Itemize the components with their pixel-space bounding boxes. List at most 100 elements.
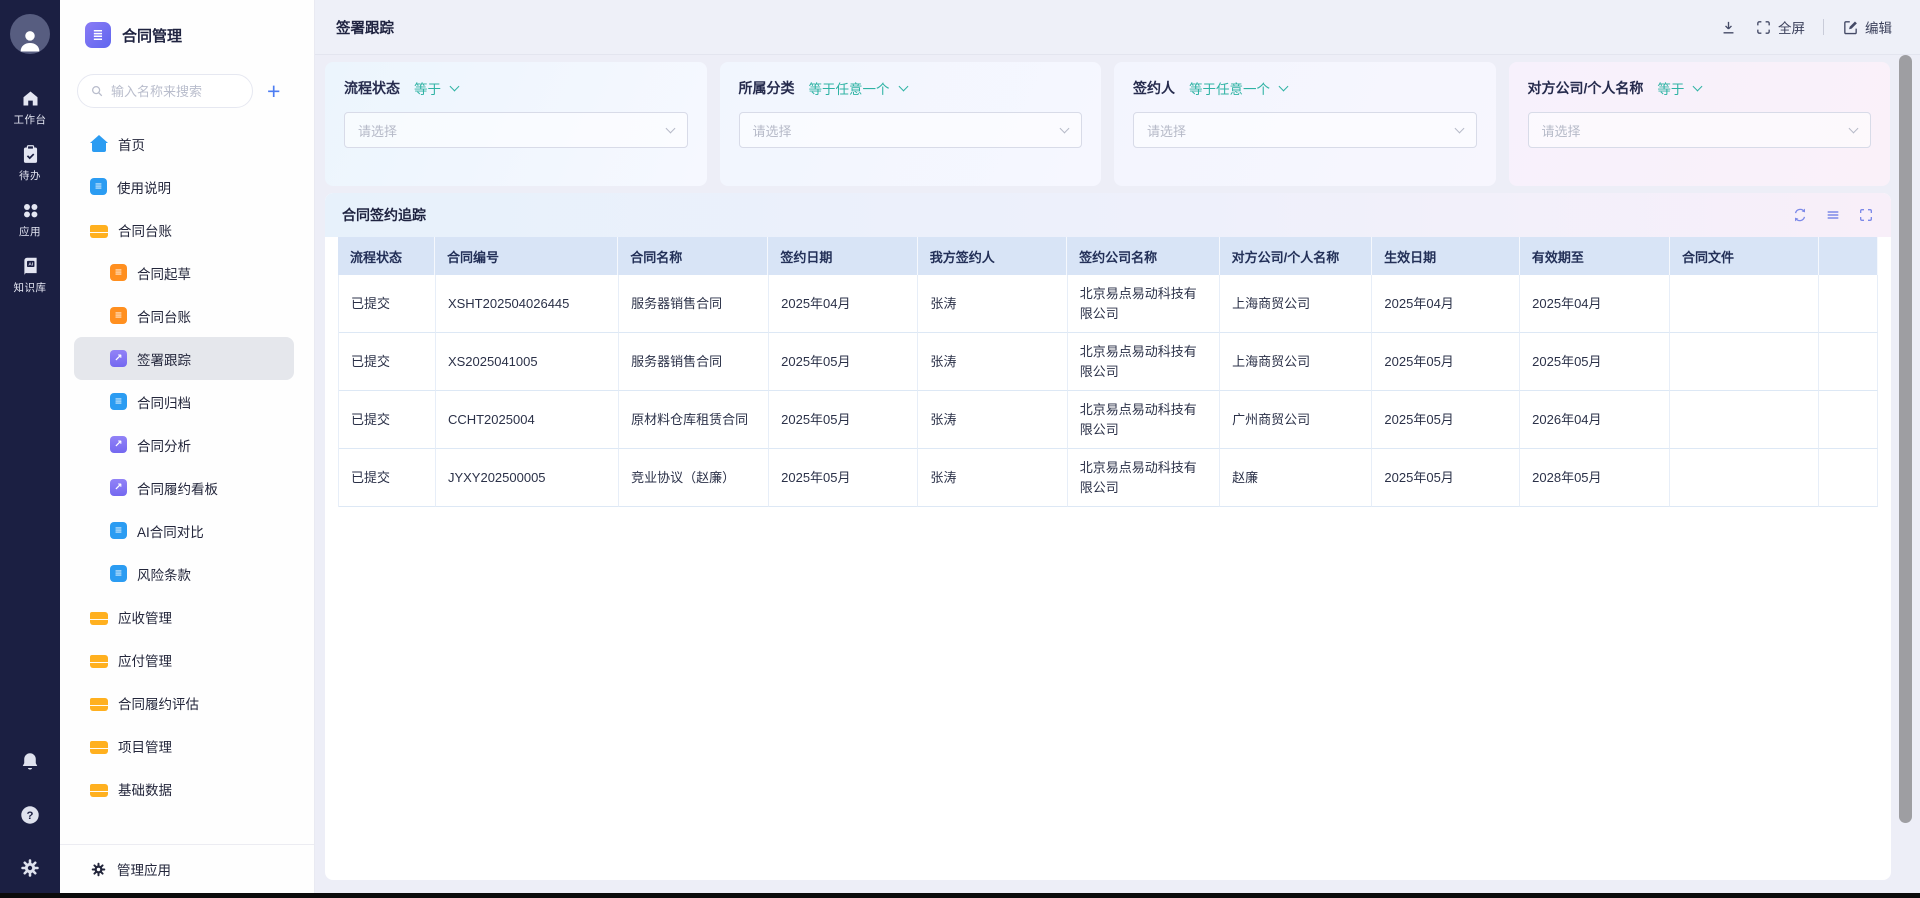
todo-icon bbox=[20, 144, 41, 165]
svg-text:?: ? bbox=[27, 810, 34, 822]
search-input[interactable] bbox=[111, 84, 240, 99]
manage-apps-label: 管理应用 bbox=[117, 859, 171, 879]
sidebar-item-3[interactable]: 合同起草 bbox=[60, 251, 314, 294]
sidebar-item-15[interactable]: 基础数据 bbox=[60, 767, 314, 810]
menu-item-label: 合同履约评估 bbox=[118, 693, 199, 713]
filter-select[interactable]: 请选择 bbox=[344, 112, 688, 148]
filter-operator[interactable]: 等于 bbox=[1657, 78, 1684, 98]
filter-placeholder: 请选择 bbox=[753, 121, 1062, 140]
rail-item-knowledge[interactable]: AI 知识库 bbox=[14, 256, 47, 295]
sidebar-item-2[interactable]: 合同台账 bbox=[60, 208, 314, 251]
edit-pencil-icon bbox=[1842, 19, 1859, 36]
help-icon[interactable]: ? bbox=[19, 804, 41, 826]
refresh-icon[interactable] bbox=[1792, 207, 1808, 223]
divider bbox=[1823, 19, 1824, 35]
fullscreen-icon bbox=[1755, 19, 1772, 36]
filter-header: 所属分类 等于任意一个 bbox=[739, 78, 1083, 98]
table-row[interactable]: 已提交JYXY202500005竞业协议（赵廉）2025年05月张涛北京易点易动… bbox=[338, 449, 1878, 507]
sidebar-footer-manage-apps[interactable]: 管理应用 bbox=[60, 844, 314, 893]
chevron-down-icon[interactable] bbox=[1279, 81, 1289, 91]
filter-select[interactable]: 请选择 bbox=[1133, 112, 1477, 148]
filter-card-3: 对方公司/个人名称 等于 请选择 bbox=[1509, 62, 1891, 186]
table-cell: 张涛 bbox=[918, 333, 1067, 391]
table-cell: 原材料仓库租赁合同 bbox=[619, 391, 769, 449]
filter-header: 流程状态 等于 bbox=[344, 78, 688, 98]
table-cell: 已提交 bbox=[339, 333, 436, 391]
filter-operator[interactable]: 等于任意一个 bbox=[809, 78, 890, 98]
topbar-actions: 全屏 编辑 bbox=[1720, 17, 1892, 37]
chevron-down-icon bbox=[1454, 123, 1464, 133]
chevron-down-icon[interactable] bbox=[450, 81, 460, 91]
app-logo-icon: ≣ bbox=[85, 22, 111, 48]
filter-operator[interactable]: 等于任意一个 bbox=[1189, 78, 1270, 98]
table-row[interactable]: 已提交CCHT2025004原材料仓库租赁合同2025年05月张涛北京易点易动科… bbox=[338, 391, 1878, 449]
sidebar-item-6[interactable]: 合同归档 bbox=[60, 380, 314, 423]
table-cell: 2025年05月 bbox=[769, 391, 918, 449]
list-view-icon[interactable] bbox=[1825, 207, 1841, 223]
filter-row: 流程状态 等于 请选择 所属分类 等于任意一个 请选择 签约人 等于任意一个 请… bbox=[325, 62, 1890, 186]
sidebar-item-10[interactable]: 风险条款 bbox=[60, 552, 314, 595]
expand-icon[interactable] bbox=[1858, 207, 1874, 223]
table-cell bbox=[1670, 391, 1819, 449]
filter-operator[interactable]: 等于 bbox=[414, 78, 441, 98]
chevron-down-icon bbox=[1849, 123, 1859, 133]
folder-icon bbox=[90, 698, 108, 711]
rail-item-apps[interactable]: 应用 bbox=[19, 200, 41, 239]
search-box[interactable] bbox=[77, 74, 253, 108]
table-cell bbox=[1819, 333, 1878, 391]
table-row[interactable]: 已提交XS2025041005服务器销售合同2025年05月张涛北京易点易动科技… bbox=[338, 333, 1878, 391]
vertical-scrollbar[interactable] bbox=[1899, 55, 1912, 823]
sidebar-item-12[interactable]: 应付管理 bbox=[60, 638, 314, 681]
sidebar-item-14[interactable]: 项目管理 bbox=[60, 724, 314, 767]
folder-icon bbox=[90, 612, 108, 625]
filter-select[interactable]: 请选择 bbox=[739, 112, 1083, 148]
home-icon bbox=[90, 135, 108, 153]
doc-orange-icon bbox=[110, 307, 127, 324]
download-button[interactable] bbox=[1720, 19, 1737, 36]
filter-select[interactable]: 请选择 bbox=[1528, 112, 1872, 148]
sidebar-item-9[interactable]: AI合同对比 bbox=[60, 509, 314, 552]
fullscreen-button[interactable]: 全屏 bbox=[1755, 17, 1805, 37]
chart-purple-icon bbox=[110, 436, 127, 453]
menu-item-label: 使用说明 bbox=[117, 177, 171, 197]
bell-icon[interactable] bbox=[19, 751, 41, 773]
filter-field-label: 签约人 bbox=[1133, 78, 1175, 98]
rail-item-workbench[interactable]: 工作台 bbox=[14, 88, 47, 127]
table-cell: 广州商贸公司 bbox=[1220, 391, 1372, 449]
sidebar-header: ≣ 合同管理 bbox=[60, 0, 314, 48]
card-tools bbox=[1792, 207, 1874, 223]
settings-gear-icon[interactable] bbox=[19, 857, 41, 879]
chevron-down-icon[interactable] bbox=[898, 81, 908, 91]
sidebar-item-8[interactable]: 合同履约看板 bbox=[60, 466, 314, 509]
sidebar-item-13[interactable]: 合同履约评估 bbox=[60, 681, 314, 724]
menu-item-label: 应收管理 bbox=[118, 607, 172, 627]
edit-button[interactable]: 编辑 bbox=[1842, 17, 1892, 37]
menu-item-label: 合同分析 bbox=[137, 435, 191, 455]
table-row[interactable]: 已提交XSHT202504026445服务器销售合同2025年04月张涛北京易点… bbox=[338, 275, 1878, 333]
column-header: 对方公司/个人名称 bbox=[1220, 237, 1372, 275]
menu-item-label: 合同归档 bbox=[137, 392, 191, 412]
sidebar-item-5[interactable]: 签署跟踪 bbox=[74, 337, 294, 380]
sidebar-item-4[interactable]: 合同台账 bbox=[60, 294, 314, 337]
table-cell: 张涛 bbox=[918, 391, 1067, 449]
sidebar: ≣ 合同管理 + 首页 使用说明 合同台账 合同起草 合同台账 签署跟踪 合同归… bbox=[60, 0, 315, 893]
table-cell: 服务器销售合同 bbox=[619, 333, 769, 391]
rail-item-todo[interactable]: 待办 bbox=[19, 144, 41, 183]
bottom-bar bbox=[0, 893, 1920, 898]
apps-grid-icon bbox=[20, 200, 41, 221]
sidebar-item-0[interactable]: 首页 bbox=[60, 122, 314, 165]
sidebar-item-11[interactable]: 应收管理 bbox=[60, 595, 314, 638]
menu-item-label: 首页 bbox=[118, 134, 145, 154]
chevron-down-icon[interactable] bbox=[1693, 81, 1703, 91]
filter-card-1: 所属分类 等于任意一个 请选择 bbox=[720, 62, 1102, 186]
sidebar-item-1[interactable]: 使用说明 bbox=[60, 165, 314, 208]
sidebar-item-7[interactable]: 合同分析 bbox=[60, 423, 314, 466]
knowledge-book-icon: AI bbox=[20, 256, 41, 277]
edit-label: 编辑 bbox=[1865, 17, 1892, 37]
table-cell: 已提交 bbox=[339, 391, 436, 449]
table-cell: 上海商贸公司 bbox=[1220, 333, 1372, 391]
avatar[interactable] bbox=[10, 14, 50, 54]
chart-purple-icon bbox=[110, 479, 127, 496]
add-button[interactable]: + bbox=[267, 80, 280, 103]
filter-card-0: 流程状态 等于 请选择 bbox=[325, 62, 707, 186]
